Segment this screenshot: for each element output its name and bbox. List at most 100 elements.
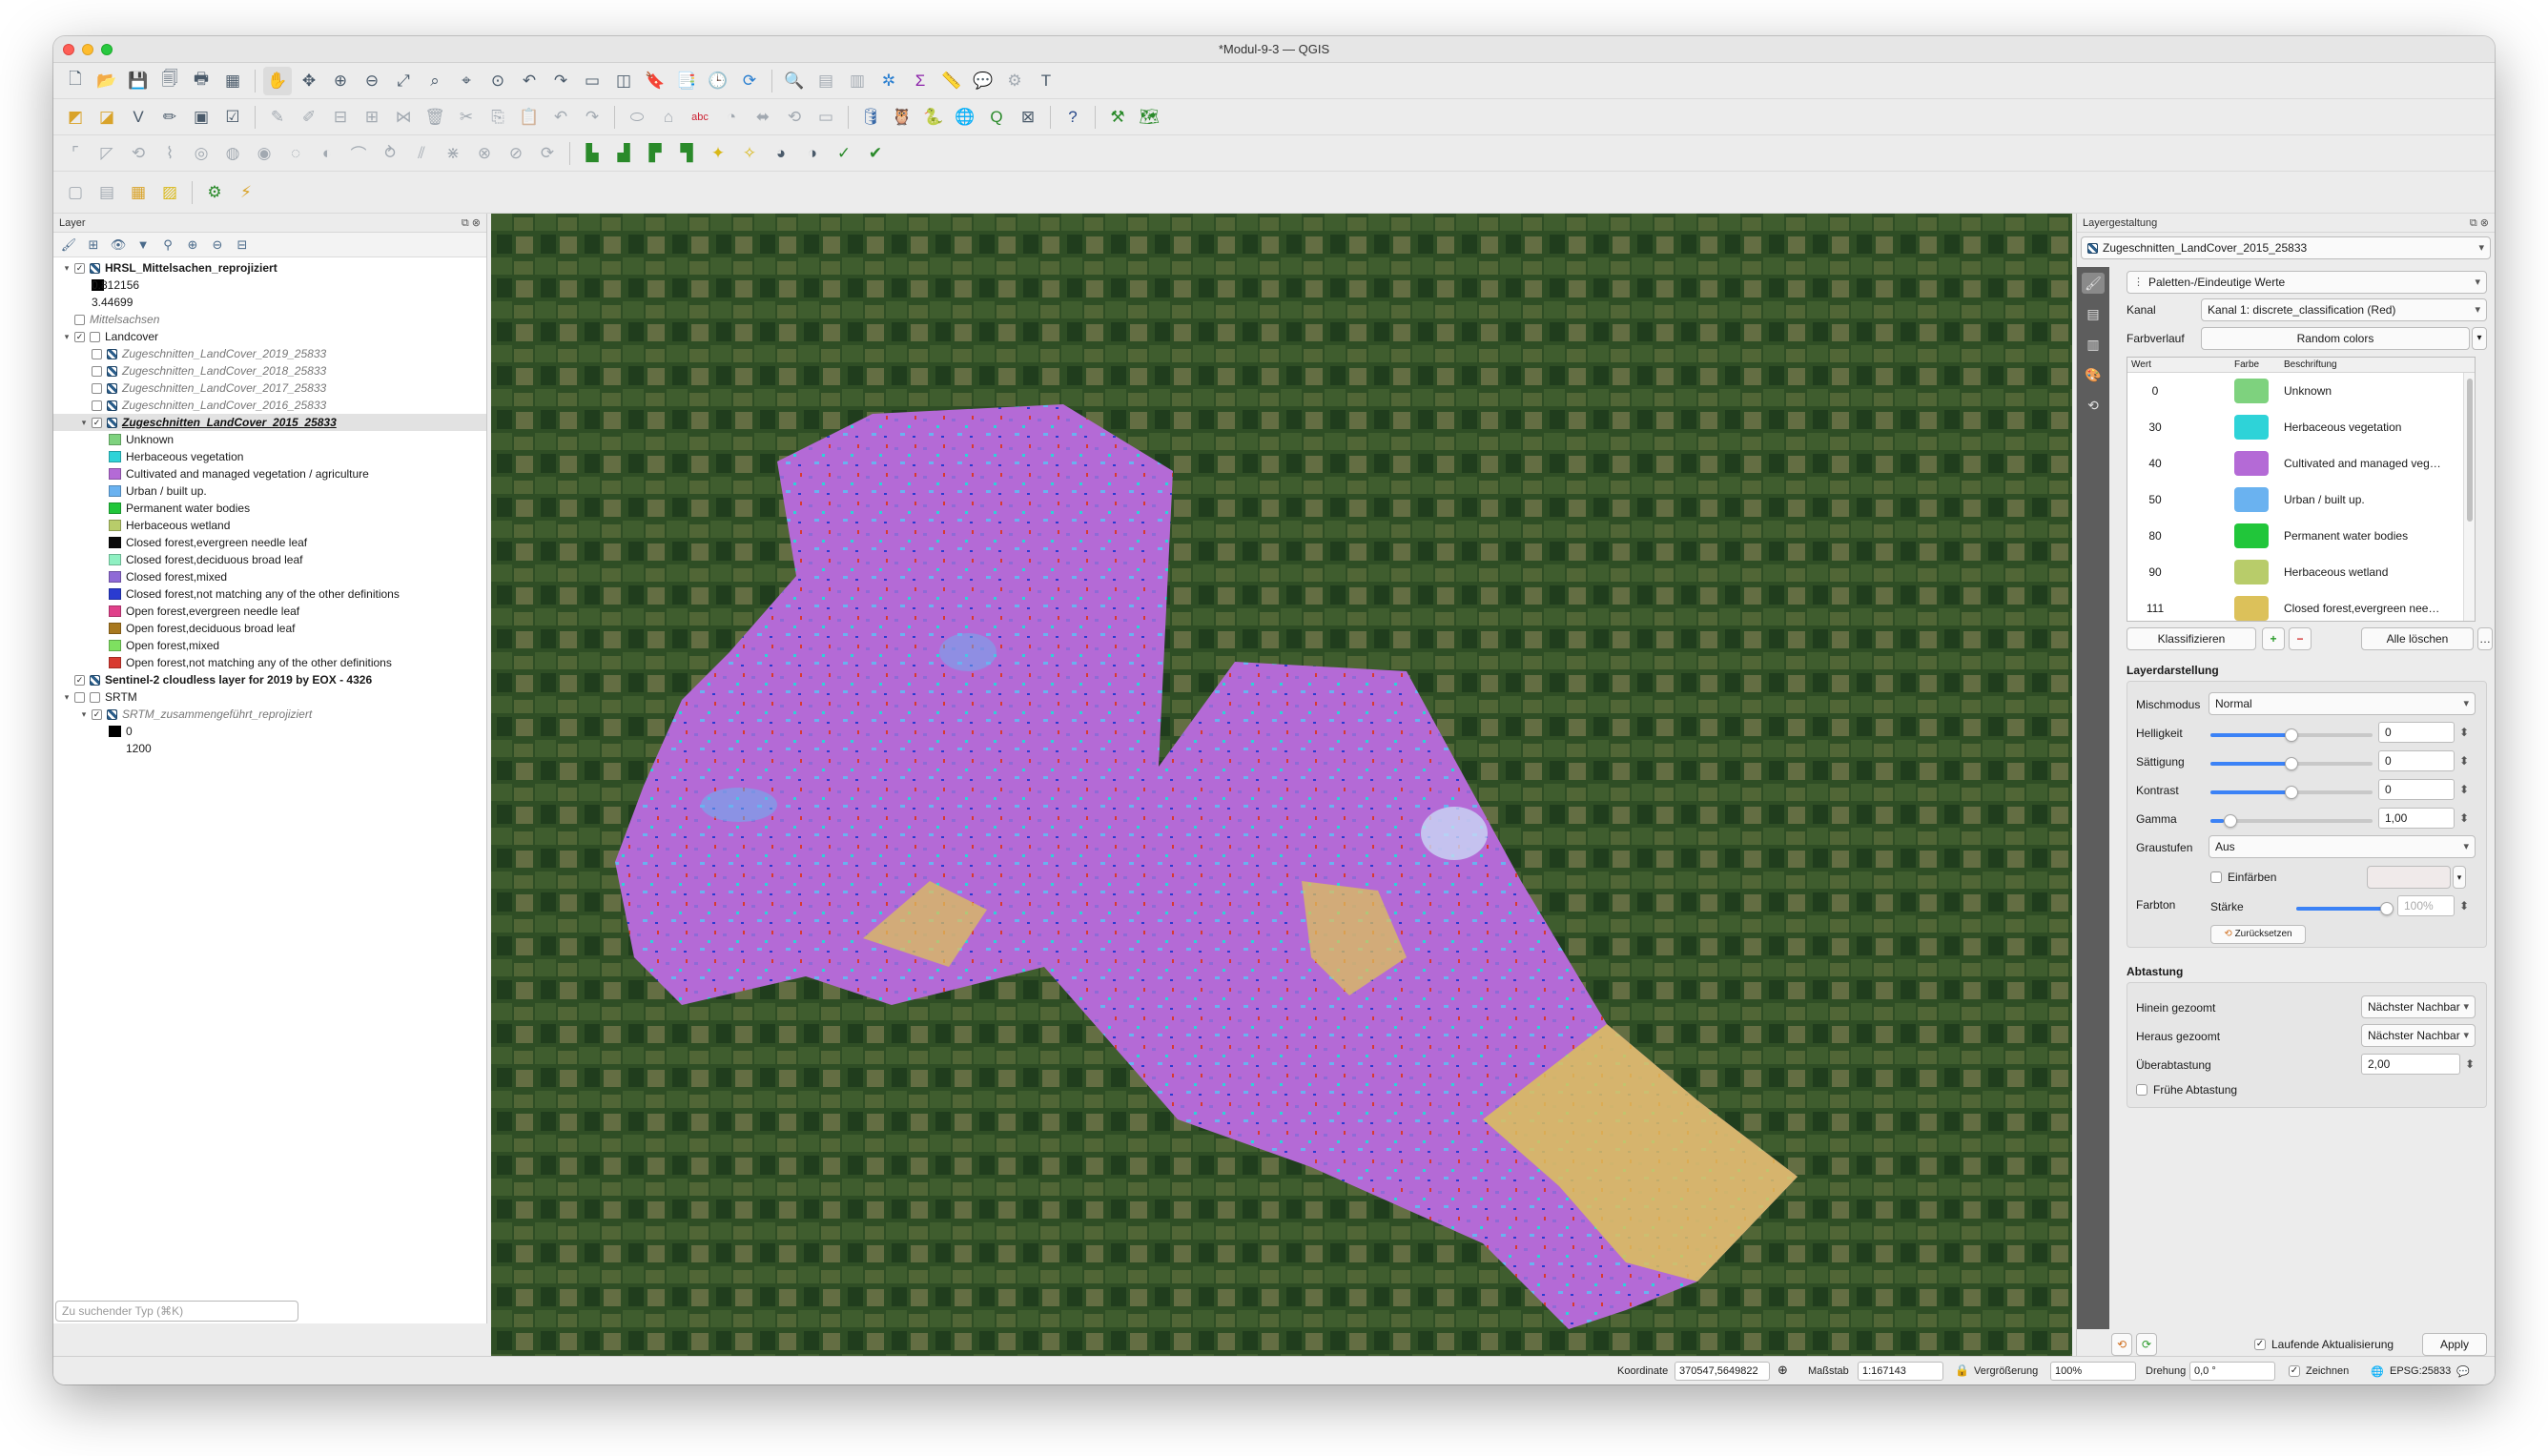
strength-knob[interactable] [2380, 902, 2394, 915]
colorize-checkbox[interactable] [2210, 872, 2222, 883]
layer-visibility-checkbox[interactable]: ✓ [92, 709, 102, 720]
crs-globe-icon[interactable]: 🌐 [2371, 1365, 2384, 1378]
palette-row[interactable]: 80 Permanent water bodies [2127, 518, 2475, 554]
band-combo[interactable]: Kanal 1: discrete_classification (Red) [2201, 298, 2487, 321]
raster-calc-icon[interactable]: ▛ [641, 139, 669, 168]
plugin-c-icon[interactable]: ✓ [830, 139, 858, 168]
toggle-editing-icon[interactable]: ✎ [263, 103, 292, 132]
raster-align-icon[interactable]: ▜ [672, 139, 701, 168]
open-project-icon[interactable]: 📂 [92, 67, 121, 95]
strength-spinbox[interactable]: 100% [2397, 895, 2469, 916]
delete-part-icon[interactable]: ◐ [313, 139, 341, 168]
zoom-selection-icon[interactable]: ⌕ [421, 67, 449, 95]
open-styling-icon[interactable]: 🖌 [59, 236, 78, 255]
layer-visibility-checkbox[interactable] [92, 400, 102, 411]
undo-icon[interactable]: ↶ [546, 103, 575, 132]
pan-icon[interactable]: ✋ [263, 66, 292, 95]
palette-color-swatch[interactable] [2234, 560, 2269, 584]
layer-item[interactable]: ▾ SRTM [53, 688, 486, 706]
history-tab-icon[interactable]: ⟲ [2082, 395, 2105, 416]
legend-item[interactable]: Permanent water bodies [53, 500, 486, 517]
layer-visibility-checkbox[interactable]: ✓ [74, 332, 85, 342]
vertex-tool-icon[interactable]: ⋈ [389, 103, 418, 132]
early-resampling-checkbox[interactable] [2136, 1084, 2147, 1096]
reset-button[interactable]: ⟲ Zurücksetzen [2210, 925, 2306, 944]
crs-label[interactable]: EPSG:25833 [2390, 1365, 2451, 1377]
layer-visibility-checkbox[interactable] [92, 349, 102, 359]
layer-visibility-checkbox[interactable]: ✓ [92, 418, 102, 428]
zoom-out-icon[interactable]: ⊖ [358, 67, 386, 95]
zoom-layer-icon[interactable]: ⌖ [452, 67, 481, 95]
database-icon[interactable]: 🛢 [856, 103, 885, 132]
label-props-icon[interactable]: ▭ [812, 103, 840, 132]
remove-value-button[interactable]: − [2289, 627, 2312, 650]
manage-themes-icon[interactable]: 👁 [109, 236, 128, 255]
reshape-icon[interactable]: ⌒ [344, 139, 373, 168]
zoom-next-icon[interactable]: ↷ [546, 67, 575, 95]
legend-item[interactable]: Urban / built up. [53, 482, 486, 500]
palette-color-swatch[interactable] [2234, 379, 2269, 403]
layer-select-combo[interactable]: Zugeschnitten_LandCover_2015_25833 [2081, 236, 2491, 259]
palette-row[interactable]: 90 Herbaceous wetland [2127, 554, 2475, 590]
measure-icon[interactable]: 📏 [937, 67, 966, 95]
bookmark-icon[interactable]: 🔖 [641, 67, 669, 95]
delete-ring-icon[interactable]: ◌ [281, 139, 310, 168]
legend-item[interactable]: Open forest,not matching any of the othe… [53, 654, 486, 671]
palette-row[interactable]: 111 Closed forest,evergreen nee… [2127, 590, 2475, 621]
expand-arrow-icon[interactable]: ▾ [78, 414, 90, 431]
identify-icon[interactable]: 🔍 [780, 67, 809, 95]
add-feature-icon[interactable]: ⊞ [358, 103, 386, 132]
legend-item[interactable]: 1200 [53, 740, 486, 757]
apply-button[interactable]: Apply [2422, 1333, 2487, 1356]
palette-color-swatch[interactable] [2234, 451, 2269, 476]
map-tips-icon[interactable]: 💬 [969, 67, 997, 95]
plugin-a-icon[interactable]: ◕ [767, 139, 795, 168]
add-ring-icon[interactable]: ◎ [187, 139, 216, 168]
new-3d-view-icon[interactable]: ◫ [609, 67, 638, 95]
copy-icon[interactable]: ⎘ [483, 103, 512, 132]
edit-icon[interactable]: ✐ [295, 103, 323, 132]
legend-item[interactable]: Open forest,mixed [53, 637, 486, 654]
legend-item[interactable]: Herbaceous wetland [53, 517, 486, 534]
new-shapefile-icon[interactable]: V [124, 103, 153, 132]
rotate-feature-icon[interactable]: ⟲ [124, 139, 153, 168]
layer-visibility-checkbox[interactable] [92, 366, 102, 377]
expand-arrow-icon[interactable]: ▾ [78, 706, 90, 723]
palette-row[interactable]: 40 Cultivated and managed veg… [2127, 445, 2475, 482]
model-designer-icon[interactable]: ⚡ [232, 178, 260, 207]
raster-stats-icon[interactable]: ▟ [609, 139, 638, 168]
add-value-button[interactable]: + [2262, 627, 2285, 650]
layer-item[interactable]: Zugeschnitten_LandCover_2017_25833 [53, 379, 486, 397]
legend-item[interactable]: Closed forest,not matching any of the ot… [53, 585, 486, 603]
layer-visibility-checkbox[interactable] [74, 315, 85, 325]
contrast-slider[interactable] [2210, 786, 2373, 799]
live-update-checkbox[interactable]: ✓ [2254, 1339, 2266, 1350]
messages-icon[interactable]: 💬 [2456, 1365, 2470, 1378]
layer-item[interactable]: ▾ ✓ HRSL_Mittelsachen_reprojiziert [53, 259, 486, 277]
palette-color-swatch[interactable] [2234, 596, 2269, 621]
show-bookmarks-icon[interactable]: 📑 [672, 67, 701, 95]
render-checkbox[interactable]: ✓ [2289, 1365, 2300, 1377]
brightness-knob[interactable] [2285, 728, 2298, 742]
layer-visibility-checkbox[interactable] [92, 383, 102, 394]
brightness-slider[interactable] [2210, 728, 2373, 742]
color-ramp-dropdown[interactable]: ▾ [2472, 327, 2487, 350]
gamma-spinbox[interactable]: 1,00 [2378, 808, 2469, 829]
digitize-icon[interactable]: ⌜ [61, 139, 90, 168]
coordinate-field[interactable]: 370547,5649822 [1675, 1362, 1770, 1381]
delete-feature-icon[interactable]: 🗑 [421, 103, 449, 132]
contrast-knob[interactable] [2285, 786, 2298, 799]
remove-layer-icon[interactable]: ⊟ [233, 236, 252, 255]
plugin-d-icon[interactable]: ✔ [861, 139, 890, 168]
save-as-icon[interactable]: 🗐 [155, 67, 184, 95]
legend-item[interactable]: 0.812156 [53, 277, 486, 294]
palette-label[interactable]: Permanent water bodies [2284, 529, 2470, 543]
text-annotation-icon[interactable]: T [1032, 67, 1060, 95]
renderer-combo[interactable]: ⋮ Paletten-/Eindeutige Werte [2127, 271, 2487, 294]
refresh-icon[interactable]: ⟳ [735, 67, 764, 95]
add-point-star-icon[interactable]: ✦ [704, 139, 732, 168]
delete-all-button[interactable]: Alle löschen [2361, 627, 2474, 650]
plugin-tool-icon[interactable]: ⚒ [1103, 103, 1132, 132]
classify-button[interactable]: Klassifizieren [2127, 627, 2256, 650]
zoom-in-icon[interactable]: ⊕ [326, 67, 355, 95]
